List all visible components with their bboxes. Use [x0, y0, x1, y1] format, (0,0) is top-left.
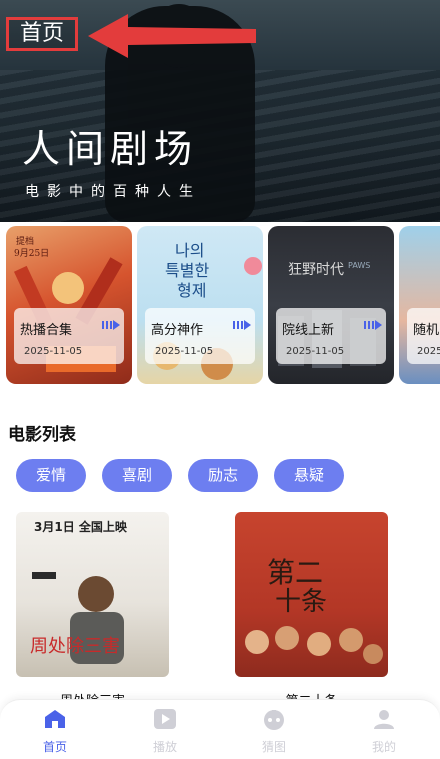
- card-date: 2025: [417, 346, 440, 357]
- collection-card[interactable]: 나의 특별한 형제 高分神作 2025-11-05: [137, 226, 263, 384]
- play-icon: [154, 709, 176, 729]
- svg-text:第二: 第二: [267, 556, 323, 589]
- svg-text:周处除三害: 周处除三害: [30, 636, 120, 657]
- section-title: 电影列表: [8, 425, 76, 445]
- red-arrow-annotation: [88, 14, 256, 58]
- svg-text:PAWS: PAWS: [348, 261, 370, 270]
- page-label-highlight: 首页: [6, 17, 78, 51]
- card-title: 热播合集: [20, 323, 73, 338]
- game-icon: [264, 710, 284, 730]
- hero-subtitle: 电影中的百种人生: [25, 184, 201, 200]
- nav-play-label: 播放: [152, 740, 177, 754]
- nav-guess[interactable]: 猜图: [244, 708, 304, 755]
- home-icon: [45, 710, 65, 728]
- svg-text:狂野时代: 狂野时代: [288, 262, 344, 278]
- tag-inspirational[interactable]: 励志: [188, 459, 258, 492]
- nav-mine-label: 我的: [371, 740, 396, 754]
- nav-guess-label: 猜图: [261, 740, 286, 754]
- tag-comedy[interactable]: 喜剧: [102, 459, 172, 492]
- card-date: 2025-11-05: [286, 346, 345, 357]
- svg-text:9月25日: 9月25日: [14, 248, 49, 259]
- user-icon: [374, 710, 394, 729]
- collection-card[interactable]: 随机 2025: [399, 226, 440, 384]
- page-label: 首页: [19, 21, 64, 46]
- poster-art: 周处除三害: [30, 572, 124, 664]
- svg-text:특별한: 특별한: [165, 261, 209, 280]
- svg-text:나의: 나의: [175, 241, 204, 260]
- movie-poster[interactable]: 3月1日 全国上映 周处除三害: [16, 512, 169, 677]
- svg-text:형제: 형제: [177, 281, 206, 300]
- svg-text:十条: 十条: [275, 587, 327, 617]
- play-stripes-icon: [233, 320, 251, 330]
- play-stripes-icon: [102, 320, 120, 330]
- card-title: 随机: [413, 323, 440, 338]
- hero-title: 人间剧场: [22, 127, 199, 171]
- tag-mystery[interactable]: 悬疑: [274, 459, 344, 492]
- card-date: 2025-11-05: [155, 346, 214, 357]
- card-date: 2025-11-05: [24, 346, 83, 357]
- collection-card[interactable]: 提档 9月25日 热播合集 2025-11-05: [6, 226, 132, 384]
- bottom-nav: 首页 播放 猜图 我的: [0, 699, 440, 759]
- nav-mine[interactable]: 我的: [354, 708, 414, 755]
- nav-home-label: 首页: [42, 740, 67, 754]
- svg-text:提档: 提档: [16, 235, 34, 247]
- tag-romance[interactable]: 爱情: [16, 459, 86, 492]
- play-stripes-icon: [364, 320, 382, 330]
- nav-home[interactable]: 首页: [25, 708, 85, 755]
- movie-poster[interactable]: 第二 十条: [235, 512, 388, 677]
- hero-banner[interactable]: 人间剧场 电影中的百种人生 首页: [0, 0, 440, 222]
- collection-card[interactable]: 狂野时代 PAWS 院线上新 2025-11-05: [268, 226, 394, 384]
- collection-carousel[interactable]: 提档 9月25日 热播合集 2025-11-05 나의 특별한 형제 高分神作 …: [0, 224, 440, 386]
- card-title: 高分神作: [151, 323, 204, 338]
- card-title: 院线上新: [282, 323, 335, 338]
- nav-play[interactable]: 播放: [135, 708, 195, 755]
- poster-art: 第二 十条: [245, 556, 383, 664]
